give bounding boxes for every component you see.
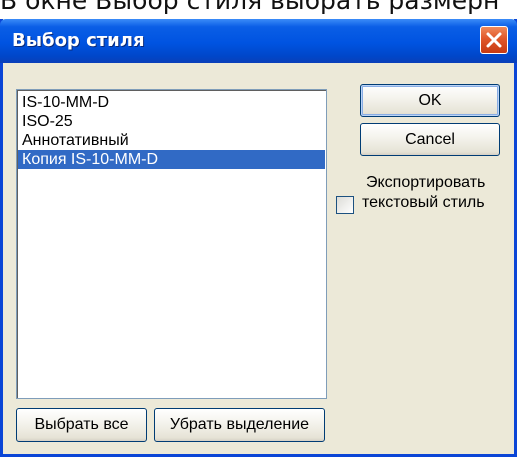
export-label-line2: текстовый стиль — [362, 194, 485, 211]
list-item[interactable]: Аннотативный — [18, 131, 325, 150]
deselect-button[interactable]: Убрать выделение — [154, 408, 325, 442]
list-item[interactable]: IS-10-MM-D — [18, 93, 325, 112]
close-icon — [486, 32, 502, 48]
dialog-titlebar[interactable]: Выбор стиля — [0, 19, 517, 63]
dialog-client-area: IS-10-MM-D ISO-25 Аннотативный Копия IS-… — [3, 63, 514, 454]
styles-listbox[interactable]: IS-10-MM-D ISO-25 Аннотативный Копия IS-… — [16, 89, 327, 399]
export-text-style-label[interactable]: Экспортировать текстовый стиль — [362, 173, 512, 213]
cancel-button[interactable]: Cancel — [360, 123, 500, 156]
ok-button[interactable]: OK — [360, 84, 500, 117]
close-button[interactable] — [480, 26, 508, 54]
page-caption: В окне Выбор стиля выбрать размерн — [0, 0, 500, 15]
dialog-title: Выбор стиля — [12, 30, 145, 51]
export-label-line1: Экспортировать — [366, 174, 486, 191]
list-item-selected[interactable]: Копия IS-10-MM-D — [18, 150, 325, 169]
export-text-style-checkbox[interactable] — [336, 196, 354, 214]
select-all-button[interactable]: Выбрать все — [16, 408, 147, 442]
style-selection-dialog: Выбор стиля IS-10-MM-D ISO-25 Аннотативн… — [0, 19, 517, 457]
page: В окне Выбор стиля выбрать размерн Выбор… — [0, 0, 517, 457]
list-item[interactable]: ISO-25 — [18, 112, 325, 131]
